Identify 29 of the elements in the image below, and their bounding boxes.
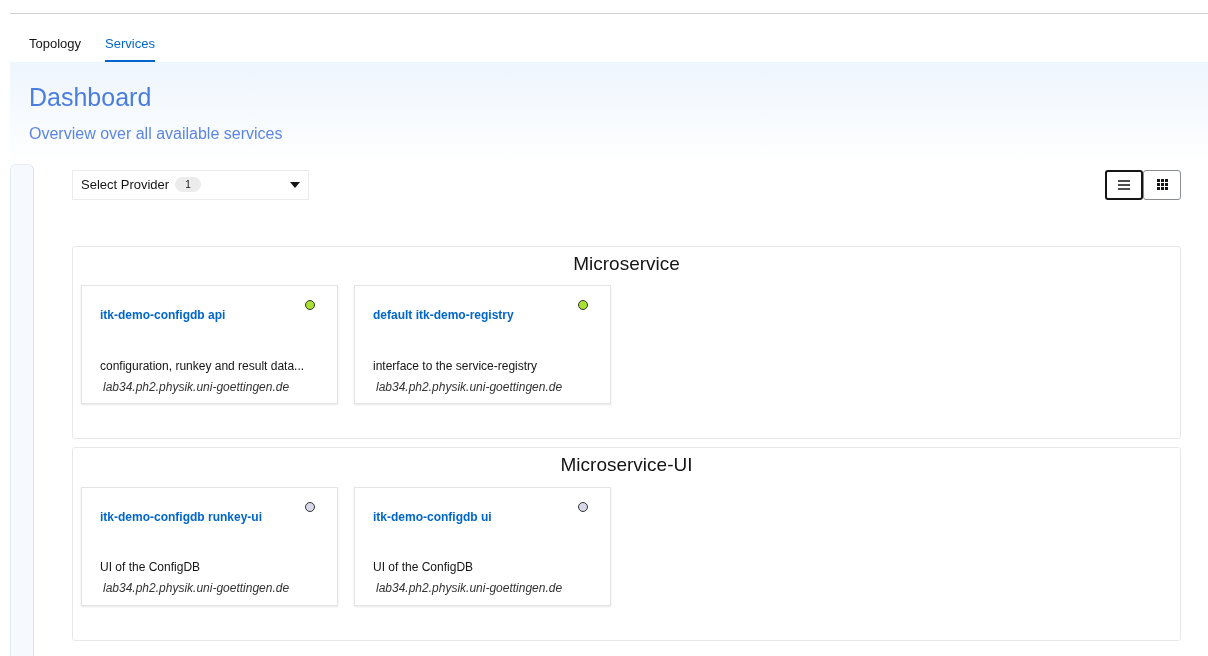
caret-icon xyxy=(290,181,300,188)
grid-view-button[interactable] xyxy=(1143,169,1181,200)
group-title: Microservice xyxy=(572,252,681,276)
nav-tab[interactable]: Topology xyxy=(29,34,82,62)
service-description: interface to the service-registry xyxy=(373,357,539,375)
service-host: lab34.ph2.physik.uni-goettingen.de xyxy=(375,580,564,598)
service-name[interactable]: itk-demo-configdb runkey-ui xyxy=(100,510,319,525)
page-title: Dashboard xyxy=(29,81,153,112)
service-description: UI of the ConfigDB xyxy=(100,559,202,577)
service-card[interactable]: itk-demo-configdb ui UI of the ConfigDB lab34.ph2.physik.uni-goettingen.de xyxy=(354,487,611,607)
service-description: configuration, runkey and result data... xyxy=(100,357,306,375)
service-host: lab34.ph2.physik.uni-goettingen.de xyxy=(375,378,564,396)
service-description: UI of the ConfigDB xyxy=(373,559,475,577)
service-host: lab34.ph2.physik.uni-goettingen.de xyxy=(102,580,291,598)
service-card[interactable]: itk-demo-configdb api configuration, runkey and result data... lab34.ph2.physik.uni-goettingen.de xyxy=(81,285,338,405)
provider-select[interactable]: Select Provider 1 xyxy=(72,169,309,200)
menu-icon xyxy=(1118,179,1130,190)
list-view-button[interactable] xyxy=(1105,169,1143,200)
service-card[interactable]: default itk-demo-registry interface to the service-registry lab34.ph2.physik.uni-goettingen.de xyxy=(354,285,611,405)
page-subtitle: Overview over all available services xyxy=(29,123,284,144)
grid-icon xyxy=(1156,179,1168,190)
service-name[interactable]: default itk-demo-registry xyxy=(373,308,592,323)
count-badge: 1 xyxy=(175,177,201,192)
select-label: Select Provider xyxy=(81,175,170,194)
service-host: lab34.ph2.physik.uni-goettingen.de xyxy=(102,378,291,396)
service-card[interactable]: itk-demo-configdb runkey-ui UI of the ConfigDB lab34.ph2.physik.uni-goettingen.de xyxy=(81,487,338,607)
service-name[interactable]: itk-demo-configdb api xyxy=(100,308,319,323)
service-name[interactable]: itk-demo-configdb ui xyxy=(373,510,592,525)
group-title: Microservice-UI xyxy=(559,454,694,478)
